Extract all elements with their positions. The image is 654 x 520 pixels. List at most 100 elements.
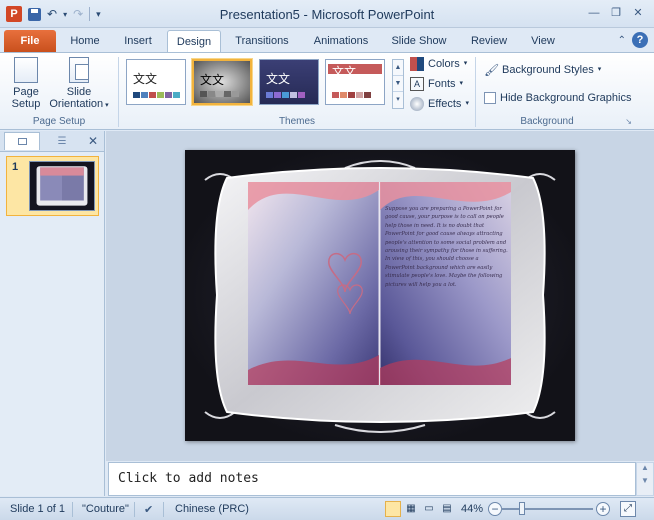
theme-thumb-red[interactable]: 文文 bbox=[325, 59, 385, 105]
language-indicator[interactable]: Chinese (PRC) bbox=[175, 503, 249, 515]
restore-icon[interactable]: ❐ bbox=[606, 4, 626, 22]
colors-label: Colors bbox=[428, 58, 460, 70]
reading-view-icon[interactable]: ▭ bbox=[421, 501, 437, 517]
theme-color-bars bbox=[332, 92, 371, 98]
slide-orientation-icon bbox=[69, 57, 89, 83]
notes-scrollbar[interactable]: ▲ ▼ bbox=[636, 462, 654, 496]
scroll-up-icon[interactable]: ▲ bbox=[393, 60, 403, 76]
window-controls: — ❐ ✕ bbox=[584, 4, 648, 22]
fit-slide-icon[interactable]: ⤢ bbox=[620, 501, 636, 517]
zoom-slider-handle[interactable] bbox=[519, 502, 525, 515]
outline-tab[interactable]: ☰ bbox=[44, 132, 80, 150]
slide-show-icon[interactable]: ▤ bbox=[439, 501, 455, 517]
slide-count[interactable]: Slide 1 of 1 bbox=[10, 503, 65, 515]
theme-thumb-text: 文文 bbox=[200, 73, 225, 87]
ribbon-right-controls: ⌃ ? bbox=[618, 32, 648, 48]
slides-tab-icon bbox=[17, 138, 27, 145]
status-divider bbox=[72, 502, 73, 517]
slide-thumbnail-1[interactable]: 1 bbox=[6, 156, 99, 216]
dialog-launcher-icon[interactable]: ↘ bbox=[625, 117, 632, 126]
help-icon[interactable]: ? bbox=[632, 32, 648, 48]
scroll-up-icon[interactable]: ▲ bbox=[637, 463, 653, 472]
zoom-slider[interactable] bbox=[501, 508, 593, 510]
effects-icon bbox=[410, 97, 424, 111]
zoom-level[interactable]: 44% bbox=[461, 503, 483, 515]
theme-fonts-button[interactable]: A Fonts ▾ bbox=[410, 75, 463, 93]
colors-icon bbox=[410, 57, 424, 71]
theme-name[interactable]: "Couture" bbox=[82, 503, 129, 515]
zoom-in-icon[interactable]: + bbox=[596, 502, 610, 516]
current-slide[interactable]: Suppose you are preparing a PowerPoint f… bbox=[185, 150, 575, 441]
theme-thumb-text: 文文 bbox=[266, 72, 291, 86]
page-setup-button[interactable]: Page Setup bbox=[8, 57, 44, 110]
slides-tab[interactable] bbox=[4, 132, 40, 150]
theme-effects-button[interactable]: Effects ▾ bbox=[410, 95, 469, 113]
notes-placeholder[interactable]: Click to add notes bbox=[118, 471, 259, 486]
theme-thumb-text: 文文 bbox=[332, 65, 357, 79]
scroll-down-icon[interactable]: ▼ bbox=[393, 76, 403, 92]
chevron-down-icon: ▾ bbox=[465, 100, 469, 107]
group-label-page-setup: Page Setup bbox=[32, 116, 86, 127]
slide-editor: Suppose you are preparing a PowerPoint f… bbox=[106, 131, 654, 461]
group-label-background: Background bbox=[520, 116, 574, 127]
page-setup-line2: Setup bbox=[11, 98, 41, 110]
slide-sorter-icon[interactable]: ▦ bbox=[403, 501, 419, 517]
tab-insert[interactable]: Insert bbox=[116, 30, 160, 52]
notes-pane[interactable]: Click to add notes bbox=[108, 462, 636, 496]
pane-tabs: ☰ ✕ bbox=[0, 131, 104, 152]
themes-gallery-scroll[interactable]: ▲ ▼ ▾ bbox=[392, 59, 404, 109]
tab-design[interactable]: Design bbox=[167, 30, 221, 52]
background-styles-label: Background Styles bbox=[502, 64, 594, 76]
tab-animations[interactable]: Animations bbox=[306, 30, 376, 52]
minimize-icon[interactable]: — bbox=[584, 4, 604, 22]
chevron-down-icon: ▾ bbox=[459, 80, 464, 87]
window-title: Presentation5 - Microsoft PowerPoint bbox=[219, 7, 435, 22]
tab-file[interactable]: File bbox=[4, 30, 56, 52]
chevron-down-icon: ▾ bbox=[463, 60, 468, 67]
status-bar: Slide 1 of 1 "Couture" ✔ Chinese (PRC) ▦… bbox=[0, 497, 654, 520]
minimize-ribbon-icon[interactable]: ⌃ bbox=[618, 35, 626, 46]
chevron-down-icon: ▾ bbox=[103, 102, 109, 109]
slide-number: 1 bbox=[12, 161, 19, 173]
zoom-out-icon[interactable]: − bbox=[488, 502, 502, 516]
ribbon-design: Page Setup Slide Orientation ▾ Page Setu… bbox=[0, 52, 654, 130]
outline-tab-icon: ☰ bbox=[57, 135, 67, 147]
slide-body-text[interactable]: Suppose you are preparing a PowerPoint f… bbox=[385, 205, 509, 289]
slide-orientation-line2: Orientation bbox=[49, 98, 104, 110]
gallery-more-icon[interactable]: ▾ bbox=[393, 92, 403, 108]
background-styles-icon: 🖌 bbox=[484, 63, 500, 77]
theme-thumb-office[interactable]: 文文 bbox=[126, 59, 186, 105]
checkbox-icon[interactable] bbox=[484, 92, 496, 104]
tab-view[interactable]: View bbox=[523, 30, 563, 52]
close-icon[interactable]: ✕ bbox=[628, 4, 648, 22]
theme-thumb-couture[interactable]: 文文 bbox=[192, 59, 252, 105]
normal-view-icon[interactable] bbox=[385, 501, 401, 517]
slides-pane: ☰ ✕ 1 bbox=[0, 131, 105, 496]
fonts-label: Fonts bbox=[428, 78, 456, 90]
theme-colors-button[interactable]: Colors ▾ bbox=[410, 55, 467, 73]
slide-orientation-button[interactable]: Slide Orientation ▾ bbox=[46, 57, 112, 112]
slide-thumbnail-preview bbox=[29, 161, 95, 211]
scroll-down-icon[interactable]: ▼ bbox=[637, 476, 653, 485]
theme-color-bars bbox=[133, 92, 180, 98]
theme-color-bars bbox=[200, 91, 239, 97]
slide-background-art bbox=[204, 160, 556, 433]
close-pane-icon[interactable]: ✕ bbox=[88, 134, 98, 148]
fonts-icon: A bbox=[410, 77, 424, 91]
tab-review[interactable]: Review bbox=[465, 30, 513, 52]
tab-transitions[interactable]: Transitions bbox=[228, 30, 296, 52]
spellcheck-icon[interactable]: ✔ bbox=[144, 503, 153, 516]
hide-background-graphics-checkbox[interactable]: Hide Background Graphics bbox=[484, 89, 631, 107]
background-styles-button[interactable]: 🖌 Background Styles ▾ bbox=[484, 61, 601, 79]
theme-thumb-dark-blue[interactable]: 文文 bbox=[259, 59, 319, 105]
hide-background-label: Hide Background Graphics bbox=[500, 92, 632, 104]
effects-label: Effects bbox=[428, 98, 462, 110]
tab-home[interactable]: Home bbox=[64, 30, 106, 52]
slide-thumbnail-graphic bbox=[36, 166, 88, 206]
status-divider bbox=[134, 502, 135, 517]
chevron-down-icon: ▾ bbox=[597, 66, 602, 73]
group-label-themes: Themes bbox=[278, 116, 316, 127]
theme-color-bars bbox=[266, 92, 305, 98]
tab-slide-show[interactable]: Slide Show bbox=[386, 30, 452, 52]
theme-thumb-text: 文文 bbox=[133, 72, 158, 86]
